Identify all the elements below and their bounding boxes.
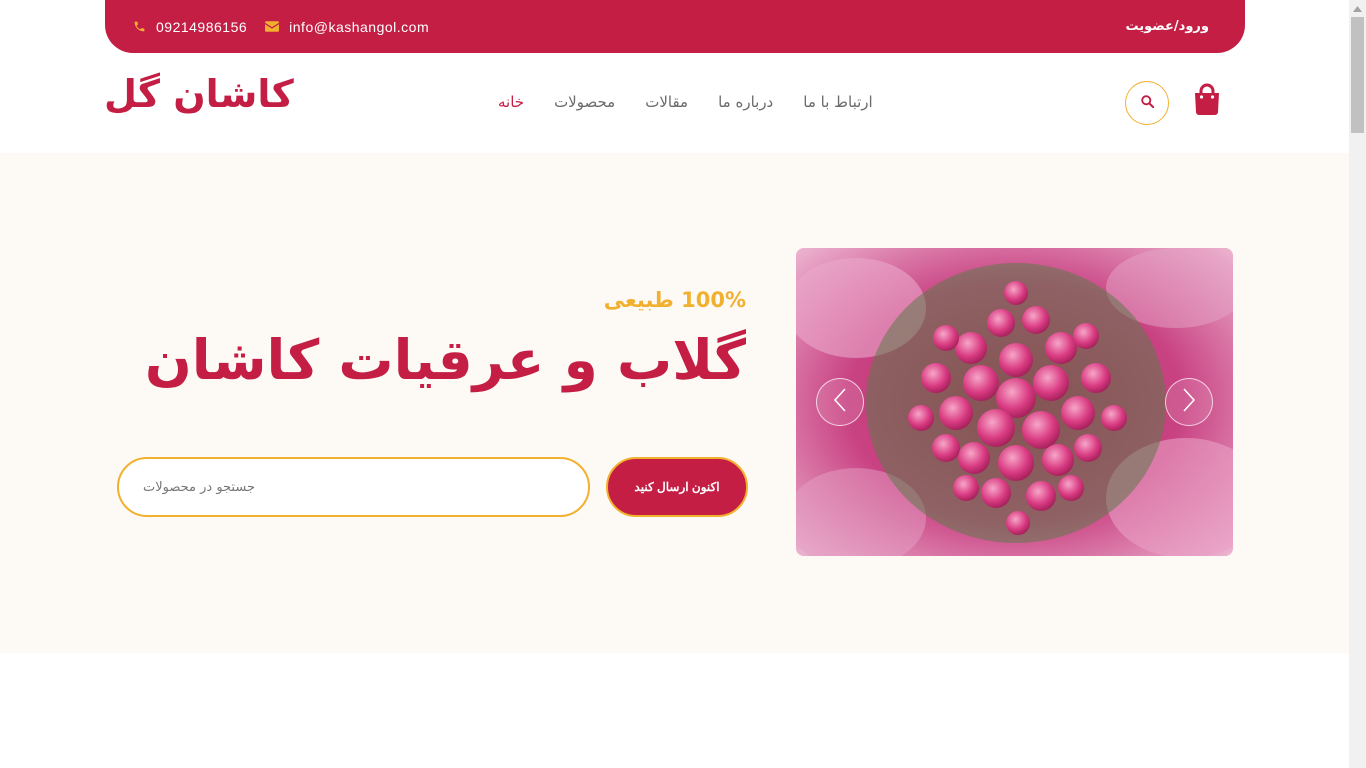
contact-info: 09214986156 info@kashangol.com bbox=[133, 0, 429, 53]
nav-item-articles[interactable]: مقالات bbox=[645, 82, 688, 122]
email-item[interactable]: info@kashangol.com bbox=[265, 19, 429, 35]
cart-button[interactable] bbox=[1190, 83, 1224, 119]
search-icon bbox=[1140, 94, 1155, 113]
slider-prev-button[interactable] bbox=[816, 378, 864, 426]
hero-headline: گلاب و عرقیات کاشان bbox=[144, 328, 746, 392]
email-address: info@kashangol.com bbox=[289, 18, 430, 35]
product-search-input[interactable] bbox=[117, 457, 590, 517]
nav-item-products[interactable]: محصولات bbox=[554, 82, 615, 122]
hero-image-slider[interactable] bbox=[796, 248, 1233, 556]
envelope-icon bbox=[265, 21, 280, 32]
slider-next-button[interactable] bbox=[1165, 378, 1213, 426]
shopping-bag-icon bbox=[1192, 83, 1222, 119]
scroll-up-arrow[interactable] bbox=[1349, 0, 1366, 17]
hero-eyebrow: 100% طبیعی bbox=[603, 288, 746, 312]
main-nav: خانه محصولات مقالات درباره ما ارتباط با … bbox=[498, 82, 873, 122]
scrollbar-thumb[interactable] bbox=[1351, 17, 1364, 133]
nav-item-contact[interactable]: ارتباط با ما bbox=[803, 82, 872, 122]
send-now-button[interactable]: اکنون ارسال کنید bbox=[606, 457, 748, 517]
chevron-right-icon bbox=[1181, 387, 1197, 417]
page: 09214986156 info@kashangol.com ورود/عضوی… bbox=[0, 0, 1349, 768]
phone-number: 09214986156 bbox=[156, 18, 248, 35]
phone-item[interactable]: 09214986156 bbox=[133, 19, 247, 35]
top-bar: 09214986156 info@kashangol.com ورود/عضوی… bbox=[105, 0, 1245, 53]
site-logo[interactable]: کاشان گل bbox=[104, 72, 294, 116]
chevron-left-icon bbox=[832, 387, 848, 417]
login-register-link[interactable]: ورود/عضویت bbox=[1125, 0, 1209, 53]
search-button[interactable] bbox=[1125, 81, 1169, 125]
nav-item-about[interactable]: درباره ما bbox=[718, 82, 773, 122]
nav-item-home[interactable]: خانه bbox=[498, 82, 524, 122]
phone-icon bbox=[133, 20, 146, 33]
